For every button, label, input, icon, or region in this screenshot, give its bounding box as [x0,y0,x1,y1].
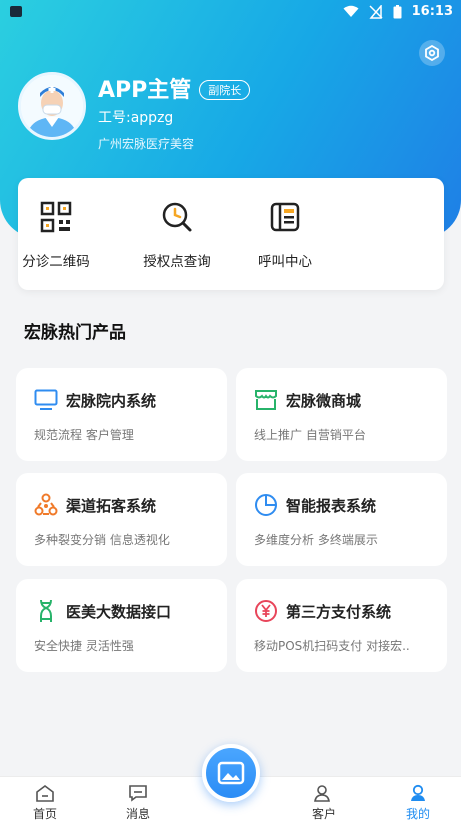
tab-label: 客户 [311,807,336,821]
image-icon [217,761,245,785]
product-title: 渠道拓客系统 [66,497,157,515]
avatar[interactable] [18,72,86,140]
no-sim-icon [369,4,383,19]
customer-icon [314,785,330,802]
doctor-avatar-icon [21,75,83,137]
quick-action-qrcode[interactable]: 分诊二维码 [14,200,98,270]
product-desc: 多种裂变分销 信息透视化 [34,533,170,547]
yen-icon [255,600,277,622]
product-card-bigdata-api[interactable]: 医美大数据接口 安全快捷 灵活性强 [16,579,227,672]
monitor-icon [34,389,58,410]
employee-id: 工号:appzg [98,110,174,126]
quick-action-label: 分诊二维码 [22,254,90,270]
role-badge: 副院长 [199,79,251,100]
settings-icon [425,45,439,61]
product-desc: 安全快捷 灵活性强 [34,639,134,653]
quick-action-label: 授权点查询 [143,254,211,270]
product-title: 第三方支付系统 [286,603,392,621]
product-card-payment-system[interactable]: 第三方支付系统 移动POS机扫码支付 对接宏.. [236,579,447,672]
tab-home[interactable]: 首页 [15,783,75,822]
product-title: 智能报表系统 [286,497,377,515]
product-card-report-system[interactable]: 智能报表系统 多维度分析 多终端展示 [236,473,447,566]
message-icon [129,785,147,802]
status-bar: 16:13 [0,0,461,26]
quick-actions-card: 分诊二维码 授权点查询 呼叫中心 [18,178,444,290]
quick-action-label: 呼叫中心 [258,254,312,270]
shop-icon [255,390,277,410]
product-card-channel-system[interactable]: 渠道拓客系统 多种裂变分销 信息透视化 [16,473,227,566]
quick-action-call-center[interactable]: 呼叫中心 [243,200,327,270]
settings-button[interactable] [419,40,445,66]
dna-icon [40,599,52,622]
product-title: 宏脉院内系统 [66,392,157,410]
clock: 16:13 [411,4,453,19]
tab-messages[interactable]: 消息 [108,783,168,822]
product-card-hospital-system[interactable]: 宏脉院内系统 规范流程 客户管理 [16,368,227,461]
product-title: 医美大数据接口 [66,603,172,621]
user-icon [411,784,425,801]
quick-action-auth-query[interactable]: 授权点查询 [135,200,219,270]
home-icon [36,785,54,802]
wifi-icon [343,5,359,17]
qrcode-icon [40,201,72,233]
company-name: 广州宏脉医疗美容 [98,137,195,151]
battery-icon [393,4,402,18]
tab-customers[interactable]: 客户 [294,783,354,822]
product-title: 宏脉微商城 [286,392,362,410]
network-icon [34,493,58,516]
product-desc: 规范流程 客户管理 [34,428,134,442]
pie-chart-icon [255,494,277,516]
profile-name-row: APP主管 副院长 [98,72,251,104]
section-title: 宏脉热门产品 [24,323,126,343]
tab-label: 首页 [32,807,57,821]
user-name: APP主管 [98,78,192,103]
product-desc: 线上推广 自营销平台 [254,428,366,442]
product-card-micro-mall[interactable]: 宏脉微商城 线上推广 自营销平台 [236,368,447,461]
notification-icon [10,6,22,17]
search-clock-icon [162,202,192,232]
product-desc: 移动POS机扫码支付 对接宏.. [254,639,410,653]
product-desc: 多维度分析 多终端展示 [254,533,378,547]
call-center-icon [270,202,300,232]
tab-label: 消息 [125,807,150,821]
center-action-button[interactable] [202,744,260,802]
tab-mine[interactable]: 我的 [388,783,448,822]
tab-label: 我的 [405,807,430,821]
